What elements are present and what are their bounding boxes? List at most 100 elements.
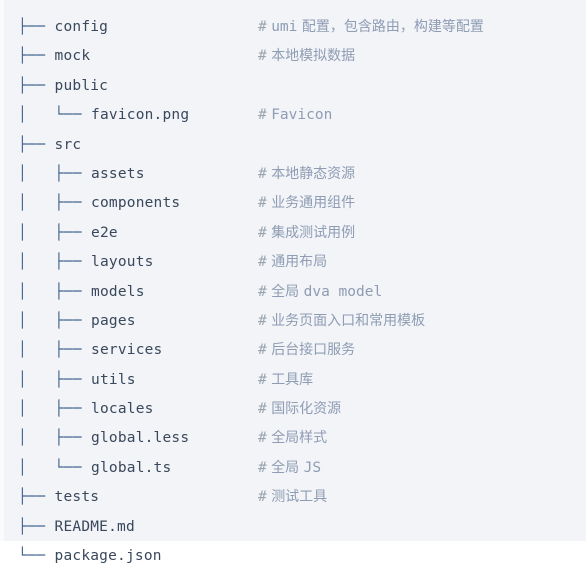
comment-text-post: 工具库 bbox=[271, 371, 314, 388]
tree-branch-glyph-icon: │ ├── bbox=[18, 371, 92, 388]
tree-node-name: public bbox=[54, 77, 109, 94]
comment-text: 全局样式 bbox=[267, 430, 327, 446]
comment-text: 通用布局 bbox=[267, 254, 327, 270]
tree-entry: ├── src bbox=[18, 131, 81, 160]
comment-text-code: Favicon bbox=[271, 107, 333, 124]
tree-row: │ ├── locales # 国际化资源 bbox=[4, 395, 586, 424]
comment-hash-icon: # bbox=[258, 342, 267, 359]
tree-node-name: pages bbox=[91, 312, 136, 329]
tree-row: │ ├── global.less # 全局样式 bbox=[4, 424, 586, 453]
tree-node-name: global.ts bbox=[91, 459, 172, 476]
tree-entry-comment: # 通用布局 bbox=[258, 248, 327, 277]
tree-node-name: config bbox=[54, 19, 109, 35]
comment-text-post: 本地模拟数据 bbox=[271, 48, 356, 65]
tree-entry: │ ├── locales bbox=[18, 395, 154, 424]
comment-text: 全局 JS bbox=[267, 460, 321, 476]
tree-node-name: package.json bbox=[54, 548, 162, 565]
comment-hash-icon: # bbox=[258, 48, 267, 65]
tree-entry: │ └── favicon.png bbox=[18, 101, 189, 130]
comment-text-post: 测试工具 bbox=[271, 489, 328, 506]
tree-branch-glyph-icon: ├── bbox=[18, 518, 55, 535]
tree-node-name: favicon.png bbox=[91, 107, 190, 124]
tree-node-name: README.md bbox=[54, 518, 135, 535]
tree-row: └── package.json bbox=[4, 542, 586, 571]
tree-node-name: assets bbox=[91, 165, 145, 182]
comment-text-post: 通用布局 bbox=[271, 254, 328, 271]
comment-text-post: 本地静态资源 bbox=[271, 165, 356, 182]
comment-text-code: umi bbox=[271, 19, 298, 35]
comment-text: 集成测试用例 bbox=[267, 225, 355, 241]
tree-row: │ ├── utils # 工具库 bbox=[4, 366, 586, 395]
tree-branch-glyph-icon: │ ├── bbox=[18, 224, 92, 241]
comment-text: Favicon bbox=[267, 107, 333, 124]
comment-hash-icon: # bbox=[258, 254, 267, 271]
tree-row: ├── public bbox=[4, 72, 586, 101]
tree-node-name: global.less bbox=[91, 430, 190, 447]
tree-row: ├── mock # 本地模拟数据 bbox=[4, 42, 586, 71]
tree-entry: │ └── global.ts bbox=[18, 454, 171, 483]
comment-text: 业务通用组件 bbox=[267, 195, 355, 211]
tree-branch-glyph-icon: ├── bbox=[18, 136, 55, 153]
comment-text-code: dva model bbox=[303, 283, 383, 300]
tree-node-name: layouts bbox=[91, 254, 154, 271]
tree-branch-glyph-icon: │ └── bbox=[18, 459, 92, 476]
tree-entry-comment: # 集成测试用例 bbox=[258, 219, 355, 248]
tree-branch-glyph-icon: │ ├── bbox=[18, 342, 92, 359]
tree-branch-glyph-icon: │ ├── bbox=[18, 165, 92, 182]
tree-branch-glyph-icon: │ ├── bbox=[18, 283, 92, 300]
tree-row: │ ├── e2e # 集成测试用例 bbox=[4, 219, 586, 248]
tree-branch-glyph-icon: └── bbox=[18, 548, 55, 565]
tree-node-name: components bbox=[91, 195, 181, 212]
comment-hash-icon: # bbox=[258, 430, 267, 447]
tree-branch-glyph-icon: │ ├── bbox=[18, 430, 92, 447]
tree-row: │ ├── components # 业务通用组件 bbox=[4, 189, 586, 218]
comment-hash-icon: # bbox=[258, 283, 267, 300]
tree-branch-glyph-icon: ├── bbox=[18, 19, 55, 35]
tree-branch-glyph-icon: │ ├── bbox=[18, 254, 92, 271]
tree-node-name: utils bbox=[91, 371, 136, 388]
comment-hash-icon: # bbox=[258, 165, 267, 182]
comment-hash-icon: # bbox=[258, 371, 267, 388]
tree-branch-glyph-icon: │ └── bbox=[18, 107, 92, 124]
tree-row: │ ├── services # 后台接口服务 bbox=[4, 336, 586, 365]
tree-entry-comment: # 全局样式 bbox=[258, 424, 327, 453]
tree-entry: ├── README.md bbox=[18, 513, 135, 542]
comment-text: 后台接口服务 bbox=[267, 342, 355, 358]
comment-text: 测试工具 bbox=[267, 489, 327, 505]
tree-entry: │ ├── utils bbox=[18, 366, 136, 395]
comment-text-post: 集成测试用例 bbox=[271, 224, 356, 241]
comment-hash-icon: # bbox=[258, 489, 267, 506]
comment-text-pre: 全局 bbox=[266, 283, 304, 300]
tree-entry: │ ├── components bbox=[18, 189, 180, 218]
tree-node-name: services bbox=[91, 342, 163, 359]
tree-entry-comment: # 全局 JS bbox=[258, 454, 321, 483]
tree-entry: │ ├── global.less bbox=[18, 424, 189, 453]
tree-node-name: e2e bbox=[91, 224, 118, 241]
tree-entry-comment: # 本地静态资源 bbox=[258, 160, 355, 189]
tree-row: │ ├── assets # 本地静态资源 bbox=[4, 160, 586, 189]
tree-branch-glyph-icon: ├── bbox=[18, 77, 55, 94]
comment-text-post: 业务页面入口和常用模板 bbox=[271, 312, 426, 329]
tree-branch-glyph-icon: │ ├── bbox=[18, 401, 92, 418]
tree-entry: ├── mock bbox=[18, 42, 90, 71]
tree-entry-comment: # 全局 dva model bbox=[258, 278, 382, 307]
comment-hash-icon: # bbox=[258, 312, 267, 329]
tree-entry: │ ├── e2e bbox=[18, 219, 118, 248]
tree-node-name: mock bbox=[54, 48, 91, 65]
tree-node-name: tests bbox=[54, 489, 100, 506]
tree-branch-glyph-icon: │ ├── bbox=[18, 312, 92, 329]
tree-node-name: locales bbox=[91, 401, 154, 418]
comment-text: 本地静态资源 bbox=[267, 166, 355, 182]
comment-text: 全局 dva model bbox=[267, 284, 382, 300]
directory-tree-panel: ├── config # umi 配置，包含路由，构建等配置 ├── mock # 本… bbox=[0, 0, 586, 564]
tree-entry: ├── config bbox=[18, 13, 108, 42]
comment-text-post: 全局样式 bbox=[271, 430, 328, 447]
tree-entry-comment: # 国际化资源 bbox=[258, 395, 341, 424]
tree-entry-comment: # 工具库 bbox=[258, 366, 313, 395]
tree-entry: │ ├── layouts bbox=[18, 248, 154, 277]
tree-entry: ├── public bbox=[18, 72, 108, 101]
comment-text-pre: 全局 bbox=[266, 459, 304, 476]
tree-branch-glyph-icon: │ ├── bbox=[18, 195, 92, 212]
tree-row: │ ├── pages # 业务页面入口和常用模板 bbox=[4, 307, 586, 336]
comment-text: umi 配置，包含路由，构建等配置 bbox=[267, 19, 484, 35]
